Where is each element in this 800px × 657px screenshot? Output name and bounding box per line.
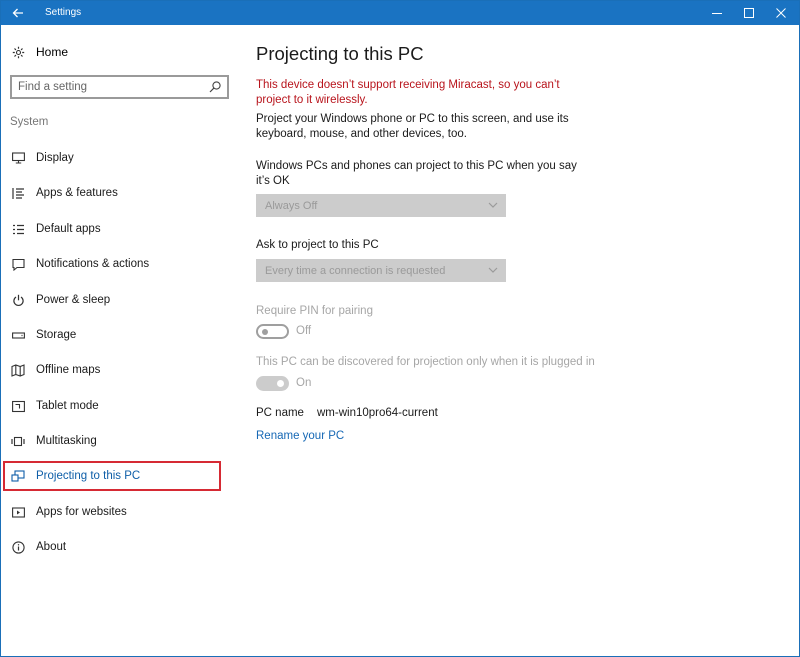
sidebar-item-label: Display bbox=[36, 152, 74, 164]
sidebar-item-label: Default apps bbox=[36, 223, 101, 235]
sidebar-item-multitasking[interactable]: Multitasking bbox=[3, 426, 221, 456]
ask-to-project-value: Every time a connection is requested bbox=[265, 264, 446, 277]
rename-pc-link[interactable]: Rename your PC bbox=[256, 430, 344, 442]
plugged-in-state: On bbox=[296, 377, 312, 389]
sidebar-item-offline-maps[interactable]: Offline maps bbox=[3, 355, 221, 385]
require-pin-state: Off bbox=[296, 325, 312, 337]
home-link[interactable]: Home bbox=[11, 43, 68, 61]
section-label-system: System bbox=[10, 116, 49, 128]
ask-to-project-label: Ask to project to this PC bbox=[256, 239, 379, 251]
settings-window: Settings Home Find a setting System Disp… bbox=[0, 0, 800, 657]
plugged-in-toggle[interactable] bbox=[256, 376, 289, 391]
project-permission-value: Always Off bbox=[265, 199, 318, 212]
pc-name-label: PC name bbox=[256, 407, 304, 419]
window-title: Settings bbox=[45, 7, 82, 18]
sidebar-item-projecting[interactable]: Projecting to this PC bbox=[3, 461, 221, 491]
sidebar-item-label: Storage bbox=[36, 329, 77, 341]
pc-name-value: wm-win10pro64-current bbox=[317, 407, 438, 419]
sidebar-item-power-sleep[interactable]: Power & sleep bbox=[3, 285, 221, 315]
apps-websites-icon bbox=[11, 505, 25, 519]
search-icon[interactable] bbox=[208, 80, 222, 94]
plugged-in-label: This PC can be discovered for projection… bbox=[256, 356, 595, 368]
toggle-knob bbox=[262, 328, 268, 335]
chevron-down-icon bbox=[488, 202, 498, 208]
home-label: Home bbox=[36, 45, 69, 59]
notification-icon bbox=[11, 257, 25, 271]
gear-icon bbox=[11, 45, 25, 59]
monitor-icon bbox=[11, 151, 25, 165]
sidebar-item-label: Offline maps bbox=[36, 364, 101, 376]
sidebar-item-label: Apps for websites bbox=[36, 506, 127, 518]
storage-icon bbox=[11, 328, 25, 342]
tablet-icon bbox=[11, 399, 25, 413]
minimize-icon bbox=[712, 13, 722, 14]
title-bar: Settings bbox=[1, 1, 799, 25]
sidebar-item-label: Multitasking bbox=[36, 435, 97, 447]
maximize-icon bbox=[744, 8, 754, 18]
sidebar-item-display[interactable]: Display bbox=[3, 143, 221, 173]
ask-to-project-dropdown[interactable]: Every time a connection is requested bbox=[256, 259, 506, 282]
maximize-button[interactable] bbox=[733, 1, 765, 25]
sidebar-item-notifications[interactable]: Notifications & actions bbox=[3, 249, 221, 279]
close-icon bbox=[776, 8, 786, 18]
sidebar: Home System Display Apps & features bbox=[1, 25, 231, 657]
sidebar-item-tablet-mode[interactable]: Tablet mode bbox=[3, 391, 221, 421]
minimize-button[interactable] bbox=[701, 1, 733, 25]
chevron-down-icon bbox=[488, 267, 498, 273]
default-apps-icon bbox=[11, 222, 25, 236]
miracast-warning: This device doesn’t support receiving Mi… bbox=[256, 79, 560, 106]
require-pin-label: Require PIN for pairing bbox=[256, 305, 373, 317]
sidebar-item-default-apps[interactable]: Default apps bbox=[3, 214, 221, 244]
projecting-icon bbox=[11, 469, 25, 483]
page-title: Projecting to this PC bbox=[256, 43, 424, 64]
sidebar-item-label: Power & sleep bbox=[36, 294, 111, 306]
close-button[interactable] bbox=[765, 1, 797, 25]
search-box[interactable] bbox=[10, 75, 229, 99]
sidebar-item-label: Tablet mode bbox=[36, 400, 99, 412]
sidebar-item-storage[interactable]: Storage bbox=[3, 320, 221, 350]
sidebar-item-apps-websites[interactable]: Apps for websites bbox=[3, 497, 221, 527]
back-button[interactable] bbox=[1, 1, 35, 25]
projection-description: Project your Windows phone or PC to this… bbox=[256, 113, 569, 140]
info-icon bbox=[11, 540, 25, 554]
require-pin-toggle[interactable] bbox=[256, 324, 289, 339]
search-input[interactable] bbox=[18, 80, 198, 94]
list-icon bbox=[11, 186, 25, 200]
project-permission-label: Windows PCs and phones can project to th… bbox=[256, 160, 577, 187]
multitasking-icon bbox=[11, 434, 25, 448]
sidebar-item-label: Apps & features bbox=[36, 187, 118, 199]
toggle-knob bbox=[277, 380, 284, 387]
back-arrow-icon bbox=[12, 8, 23, 18]
map-icon bbox=[11, 363, 25, 377]
sidebar-item-about[interactable]: About bbox=[3, 532, 221, 562]
project-permission-dropdown[interactable]: Always Off bbox=[256, 194, 506, 217]
sidebar-item-label: Projecting to this PC bbox=[36, 470, 141, 482]
power-icon bbox=[11, 293, 25, 307]
sidebar-item-label: Notifications & actions bbox=[36, 258, 150, 270]
sidebar-item-apps-features[interactable]: Apps & features bbox=[3, 178, 221, 208]
sidebar-item-label: About bbox=[36, 541, 67, 553]
